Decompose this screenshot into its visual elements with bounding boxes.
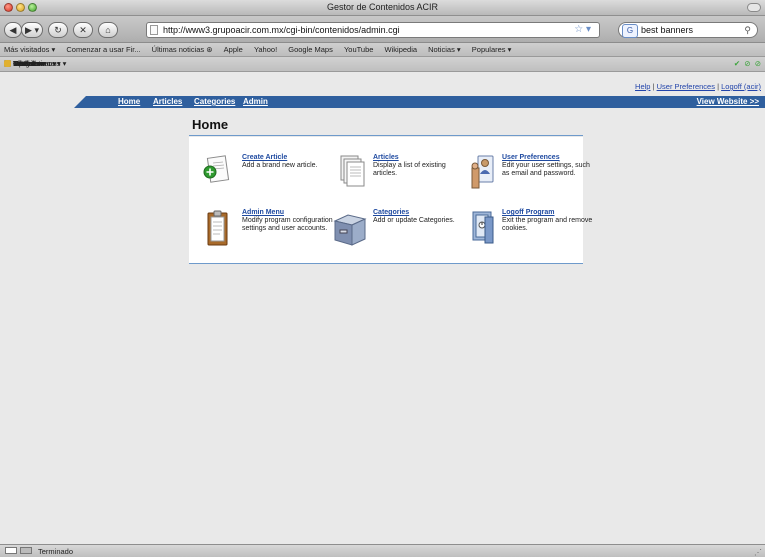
logoff-icon [472,211,494,244]
home-button[interactable]: ⌂ [98,22,118,38]
categories-icon [333,214,367,246]
devbar-options[interactable]: Options ▾ [4,57,134,71]
create-article-desc: Add a brand new article. [242,162,318,169]
articles-desc: Display a list of existing articles. [373,162,446,177]
title-bar: Gestor de Contenidos ACIR [0,0,765,16]
title-divider [189,135,583,136]
admin-menu-desc: Modify program configuration settings an… [242,217,333,232]
nav-admin[interactable]: Admin [243,96,268,108]
logoff-program-desc: Exit the program and remove cookies. [502,217,593,232]
options-icon [4,60,11,67]
bookmark-item[interactable]: Populares ▾ [472,45,512,54]
navbar-slant [74,96,86,108]
bookmark-star-icon[interactable]: ☆ ▾ [574,23,591,37]
admin-menu-icon [207,210,228,246]
bookmark-item[interactable]: YouTube [344,45,373,54]
categories-link[interactable]: Categories [373,209,465,217]
search-value: best banners [641,25,694,35]
articles-link[interactable]: Articles [373,154,465,162]
create-article-link[interactable]: Create Article [242,154,334,162]
status-text: Terminado [38,547,74,556]
create-article-item[interactable]: Create Article Add a brand new article. [203,154,333,204]
validation-status-icons[interactable]: ✔ ⊘ ⊘ [734,57,761,71]
bookmark-item[interactable]: Wikipedia [385,45,418,54]
user-preferences-link[interactable]: User Preferences [657,82,715,91]
forward-button[interactable]: ▶ ▾ [21,22,43,38]
bookmark-item[interactable]: Yahoo! [254,45,277,54]
browser-window: Gestor de Contenidos ACIR ◀ ▶ ▾ ↻ ✕ ⌂ ht… [0,0,765,557]
help-link[interactable]: Help [635,82,650,91]
search-engine-icon[interactable]: G [622,24,638,38]
reload-button[interactable]: ↻ [48,22,68,38]
bookmark-item[interactable]: Más visitados ▾ [4,45,55,54]
user-preferences-item[interactable]: User Preferences Edit your user settings… [469,154,599,204]
resize-grip-icon[interactable]: ⋰ [754,547,762,557]
nav-home[interactable]: Home [118,96,140,108]
bookmark-item[interactable]: Apple [224,45,243,54]
back-button[interactable]: ◀ [4,22,22,38]
admin-menu-link[interactable]: Admin Menu [242,209,334,217]
bookmarks-bar: Más visitados ▾ Comenzar a usar Fir... Ú… [0,43,765,57]
web-developer-toolbar: Disable ▾ Cookies ▾ CSS ▾ Forms ▾ Images ▾ In… [0,57,765,72]
link-separator: | [652,82,655,91]
search-input[interactable]: G best banners ⚲ [618,22,758,38]
top-links: Help | User Preferences | Logoff (acir) [635,82,761,91]
toolbar-toggle-button[interactable] [747,3,761,12]
articles-icon [340,155,365,187]
logoff-program-item[interactable]: Logoff Program Exit the program and remo… [469,209,599,259]
status-bar: Terminado ⋰ [0,544,765,557]
bookmark-item[interactable]: Google Maps [288,45,333,54]
create-article-icon [203,155,230,183]
stop-button[interactable]: ✕ [73,22,93,38]
address-bar[interactable]: http://www3.grupoacir.com.mx/cgi-bin/con… [146,22,600,38]
page-content: Help | User Preferences | Logoff (acir) … [0,72,765,544]
bookmark-item[interactable]: Comenzar a usar Fir... [66,45,140,54]
admin-menu-item[interactable]: Admin Menu Modify program configuration … [203,209,333,259]
status-icon[interactable] [5,547,17,554]
page-icon [150,25,158,35]
nav-categories[interactable]: Categories [194,96,235,108]
logoff-program-link[interactable]: Logoff Program [502,209,594,217]
user-preferences-icon [471,155,494,189]
home-panel: Create Article Add a brand new article. … [189,137,592,264]
user-preferences-desc: Edit your user settings, such as email a… [502,162,590,177]
articles-item[interactable]: Articles Display a list of existing arti… [337,154,467,204]
categories-item[interactable]: Categories Add or update Categories. [332,209,462,259]
url-text: http://www3.grupoacir.com.mx/cgi-bin/con… [163,25,400,35]
user-preferences-link[interactable]: User Preferences [502,154,594,162]
logoff-link[interactable]: Logoff (acir) [721,82,761,91]
view-website-link[interactable]: View Website >> [697,96,759,108]
window-title: Gestor de Contenidos ACIR [326,2,439,12]
categories-desc: Add or update Categories. [373,217,455,224]
status-icon[interactable] [20,547,32,554]
main-navbar: Home Articles Categories Admin View Webs… [86,96,765,108]
bookmark-item[interactable]: Noticias ▾ [428,45,461,54]
search-icon[interactable]: ⚲ [744,23,751,37]
navigation-toolbar: ◀ ▶ ▾ ↻ ✕ ⌂ http://www3.grupoacir.com.mx… [0,16,765,43]
link-separator: | [717,82,720,91]
nav-articles[interactable]: Articles [153,96,182,108]
page-title: Home [192,117,229,132]
bookmark-item[interactable]: Últimas noticias ⊛ [152,45,213,54]
